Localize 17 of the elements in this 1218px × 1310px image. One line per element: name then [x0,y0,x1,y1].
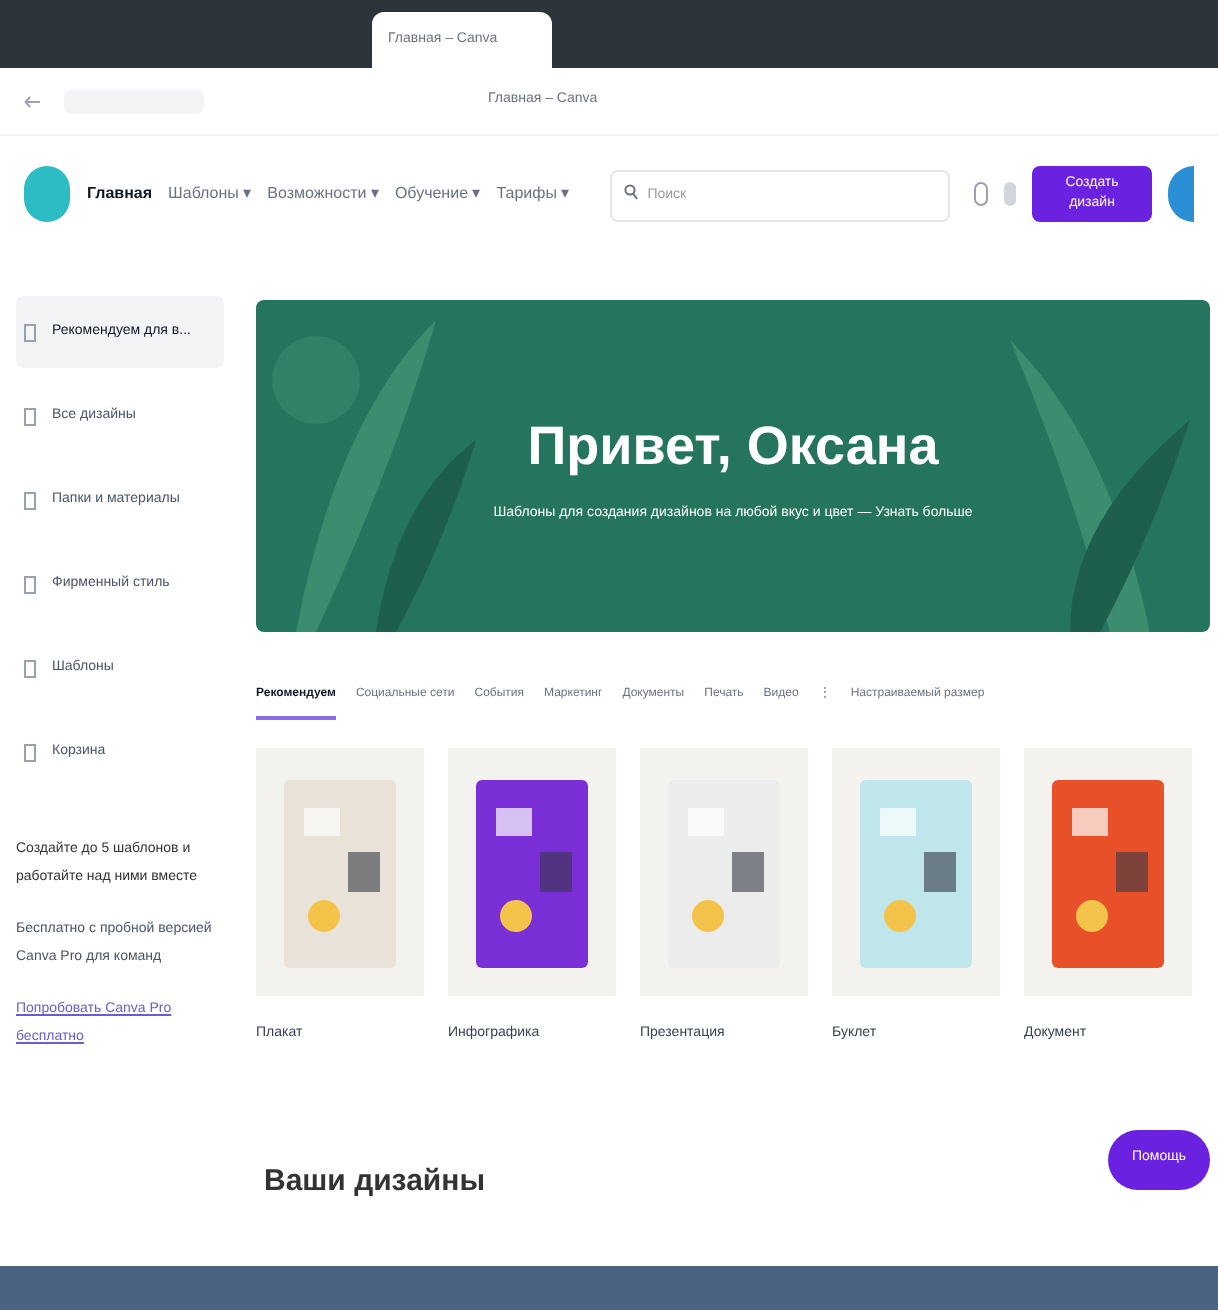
section-title: Ваши дизайны [264,1162,486,1202]
page-icon [24,491,36,509]
nav-link[interactable]: Главная [86,182,153,206]
back-arrow-icon[interactable] [24,95,40,107]
page-icon [24,743,36,761]
avatar[interactable] [1167,166,1194,222]
nav-link[interactable]: Тарифы ▾ [496,182,570,206]
page-icon [24,323,36,341]
page-icon [24,407,36,425]
nav-link[interactable]: Возможности ▾ [267,182,379,206]
search-icon [623,184,638,201]
hero-title: Привет, Оксана [527,413,939,480]
page-icon [24,659,36,677]
page-icon [24,575,36,593]
nav-link[interactable]: Шаблоны ▾ [168,182,252,206]
logo-icon[interactable] [24,166,71,222]
nav-link[interactable]: Обучение ▾ [394,182,481,206]
